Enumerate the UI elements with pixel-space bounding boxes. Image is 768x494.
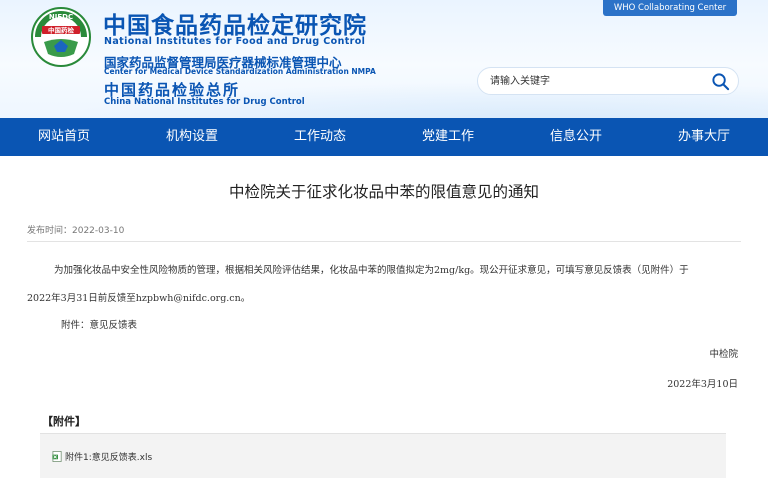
article-signature: 中检院 xyxy=(709,349,738,360)
search-input[interactable] xyxy=(490,73,700,90)
logo-arc-text: NIFDC xyxy=(49,13,73,21)
nav-item-organization[interactable]: 机构设置 xyxy=(128,118,256,156)
xls-file-icon xyxy=(52,451,62,462)
nav-item-services[interactable]: 办事大厅 xyxy=(640,118,768,156)
nav-item-home[interactable]: 网站首页 xyxy=(0,118,128,156)
site-title-cn: 中国食品药品检定研究院 xyxy=(103,13,367,39)
publish-date: 发布时间：2022-03-10 xyxy=(27,226,125,236)
nav-item-party-building[interactable]: 党建工作 xyxy=(384,118,512,156)
site-header: NIFDC 中国药检 中国食品药品检定研究院 National Institut… xyxy=(0,0,768,118)
title-divider xyxy=(27,241,741,242)
logo-badge-text: 中国药检 xyxy=(48,26,75,35)
nav-item-news[interactable]: 工作动态 xyxy=(256,118,384,156)
subtitle-en-2: China National Institutes for Drug Contr… xyxy=(104,97,305,107)
site-title-en: National Institutes for Food and Drug Co… xyxy=(104,36,366,47)
search-box xyxy=(477,67,739,95)
attachment-filename[interactable]: 附件1:意见反馈表.xls xyxy=(65,450,152,463)
who-collaborating-center-link[interactable]: WHO Collaborating Center xyxy=(603,0,737,16)
attachments-box: 附件1:意见反馈表.xls xyxy=(40,433,726,478)
article-title: 中检院关于征求化妆品中苯的限值意见的通知 xyxy=(228,183,539,201)
subtitle-en-1: Center for Medical Device Standardizatio… xyxy=(104,67,376,76)
attachment-link[interactable]: 附件1:意见反馈表.xls xyxy=(52,450,152,463)
article-paragraph-2: 2022年3月31日前反馈至hzpbwh@nifdc.org.cn。 xyxy=(27,293,251,304)
main-navigation: 网站首页 机构设置 工作动态 党建工作 信息公开 办事大厅 xyxy=(0,118,768,156)
article-attachment-note: 附件：意见反馈表 xyxy=(61,320,138,331)
search-icon[interactable] xyxy=(711,72,730,91)
nav-item-disclosure[interactable]: 信息公开 xyxy=(512,118,640,156)
article-paragraph-1: 为加强化妆品中安全性风险物质的管理，根据相关风险评估结果，化妆品中苯的限值拟定为… xyxy=(54,265,689,276)
nifdc-logo[interactable]: NIFDC 中国药检 xyxy=(30,6,92,68)
attachments-heading: 【附件】 xyxy=(42,415,86,428)
article-date: 2022年3月10日 xyxy=(667,379,738,390)
